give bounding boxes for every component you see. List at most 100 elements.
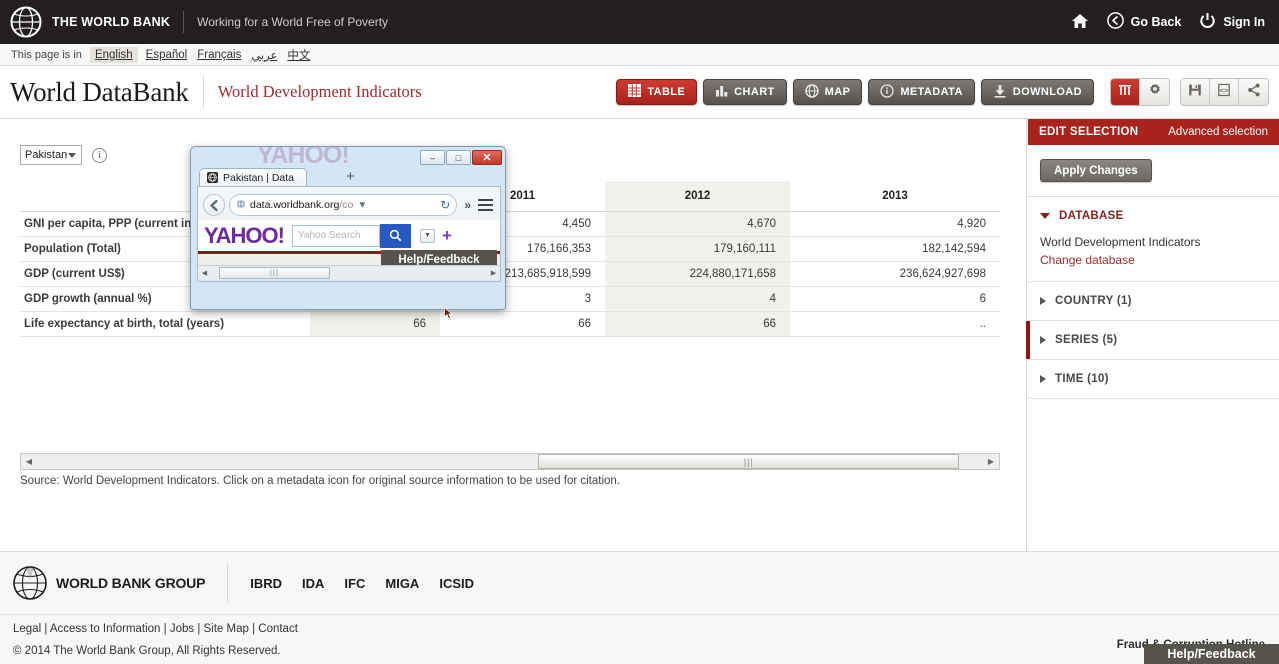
table-row: Life expectancy at birth, total (years) … (20, 311, 1000, 337)
action-button-group: <> (1180, 78, 1269, 106)
footer-link-ifc[interactable]: IFC (344, 576, 365, 591)
table-row: Population (Total) 3,149,306 176,166,353… (20, 236, 1000, 262)
layout-columns-button[interactable] (1111, 79, 1140, 105)
bar-chart-icon (715, 84, 728, 100)
language-link-arabic[interactable]: عربي (251, 48, 277, 62)
language-link-english[interactable]: English (89, 46, 138, 63)
browser-url-bar[interactable]: data.worldbank.org/co ▼ ↻ (229, 194, 458, 216)
table-row: GDP (current US$) 5,635,077 213,685,918,… (20, 261, 1000, 287)
share-button[interactable] (1239, 79, 1268, 105)
tab-map[interactable]: MAP (792, 79, 863, 105)
sidebar-section-series-header[interactable]: SERIES (5) (1028, 321, 1279, 359)
table-header-row: 2010 2011 2012 2013 (20, 181, 1000, 212)
gear-icon (1148, 83, 1162, 102)
footer-divider (227, 563, 229, 603)
sidebar-section-time-header[interactable]: TIME (10) (1028, 360, 1279, 398)
scroll-right-arrow-icon[interactable]: ▶ (983, 454, 999, 469)
minimize-button[interactable]: – (420, 150, 445, 165)
footer-link-miga[interactable]: MIGA (385, 576, 419, 591)
language-link-francais[interactable]: Français (197, 49, 241, 61)
sidebar-section-country-header[interactable]: COUNTRY (1) (1028, 282, 1279, 320)
yahoo-search-button[interactable] (379, 223, 411, 248)
sign-in-button[interactable]: Sign In (1199, 12, 1265, 32)
yahoo-logo: YAHOO! (204, 222, 285, 248)
popup-scrollbar-track[interactable]: ||| (211, 266, 487, 279)
new-tab-button[interactable]: + (346, 169, 355, 185)
apply-changes-button[interactable]: Apply Changes (1040, 159, 1152, 182)
tab-metadata[interactable]: METADATA (868, 79, 975, 105)
layout-columns-icon (1118, 83, 1132, 102)
home-icon (1071, 13, 1089, 32)
settings-button[interactable] (1140, 79, 1169, 105)
edit-selection-sidebar: EDIT SELECTION Advanced selection Apply … (1026, 119, 1279, 551)
tab-download-label: DOWNLOAD (1012, 86, 1082, 98)
maximize-button[interactable]: □ (446, 150, 471, 165)
triangle-down-icon (1040, 213, 1050, 219)
save-button[interactable] (1181, 79, 1210, 105)
cell-gdp-growth-2012: 4 (605, 286, 790, 312)
browser-back-icon[interactable] (203, 194, 225, 216)
favicon-globe-icon (207, 172, 218, 183)
scrollbar-thumb[interactable]: ||| (538, 454, 960, 469)
footer-link-icsid[interactable]: ICSID (439, 576, 474, 591)
table-horizontal-scrollbar[interactable]: ◀ ||| ▶ (20, 453, 1000, 470)
embed-code-button[interactable]: <> (1210, 79, 1239, 105)
home-button[interactable] (1071, 13, 1089, 32)
language-link-chinese[interactable]: 中文 (287, 47, 310, 63)
column-header-2012[interactable]: 2012 (605, 181, 790, 212)
add-toolbar-icon[interactable]: + (442, 226, 452, 246)
close-icon[interactable]: ✕ (472, 150, 502, 165)
reload-icon[interactable]: ↻ (440, 198, 450, 212)
popup-scrollbar-thumb[interactable]: ||| (219, 266, 330, 279)
tab-table-label: TABLE (647, 86, 686, 98)
metadata-info-icon[interactable]: i (92, 147, 107, 163)
overflow-chevron-icon[interactable]: » (464, 198, 471, 212)
footer-link-ida[interactable]: IDA (302, 576, 324, 591)
language-link-espanol[interactable]: Español (146, 49, 188, 61)
power-icon (1199, 12, 1216, 32)
sidebar-section-database: DATABASE World Development Indicators Ch… (1028, 197, 1279, 282)
cell-gdp-growth-2013: 6 (790, 286, 1000, 312)
app-title: World DataBank (10, 76, 189, 107)
country-select[interactable]: Pakistan (20, 145, 82, 165)
yahoo-search-input[interactable]: Yahoo Search (291, 224, 380, 247)
footer-bottom: Legal | Access to Information | Jobs | S… (0, 614, 1279, 664)
world-bank-tagline: Working for a World Free of Poverty (197, 15, 389, 29)
footer-link-ibrd[interactable]: IBRD (250, 576, 282, 591)
popup-horizontal-scrollbar[interactable]: ◀ ||| ▶ (198, 265, 500, 279)
tab-table[interactable]: TABLE (616, 79, 698, 105)
app-title-bar: World DataBank World Development Indicat… (0, 66, 1279, 119)
popup-scroll-right-arrow-icon[interactable]: ▶ (487, 269, 500, 277)
url-dropdown-icon[interactable]: ▼ (357, 200, 367, 211)
tab-map-label: MAP (824, 86, 851, 98)
change-database-link[interactable]: Change database (1040, 253, 1279, 267)
footer-copyright: © 2014 The World Bank Group, All Rights … (13, 645, 281, 657)
tab-chart[interactable]: CHART (703, 79, 787, 105)
column-header-2013[interactable]: 2013 (790, 181, 1000, 212)
sidebar-title: EDIT SELECTION (1039, 126, 1139, 138)
embed-code-icon: <> (1217, 83, 1231, 102)
scroll-left-arrow-icon[interactable]: ◀ (21, 454, 37, 469)
tab-download[interactable]: DOWNLOAD (980, 79, 1094, 105)
hamburger-menu-icon[interactable] (478, 198, 493, 212)
popup-scroll-left-arrow-icon[interactable]: ◀ (198, 269, 211, 277)
footer-org-links: IBRD IDA IFC MIGA ICSID (250, 576, 474, 591)
scrollbar-track[interactable]: ||| (37, 454, 983, 469)
page-root: THE WORLD BANK Working for a World Free … (0, 0, 1279, 664)
go-back-button[interactable]: Go Back (1106, 12, 1181, 32)
toolbar-dropdown-icon[interactable]: ▼ (419, 228, 435, 243)
sidebar-section-database-header[interactable]: DATABASE (1028, 197, 1279, 235)
popup-scrollbar-grip-icon: ||| (269, 268, 280, 277)
table-controls: Pakistan i (20, 145, 107, 165)
browser-popup-window[interactable]: YAHOO! – □ ✕ Pakistan | Data + data.worl… (190, 146, 506, 310)
triangle-right-icon (1040, 336, 1046, 344)
cell-life-exp-2012: 66 (605, 311, 790, 337)
help-feedback-tab[interactable]: Help/Feedback (1144, 644, 1279, 664)
mouse-cursor-icon (444, 306, 453, 320)
sidebar-section-database-title: DATABASE (1059, 210, 1124, 222)
browser-url-text: data.worldbank.org/co (250, 199, 354, 211)
sign-in-label: Sign In (1223, 15, 1265, 29)
footer-legal-links[interactable]: Legal | Access to Information | Jobs | S… (13, 623, 298, 635)
browser-tab[interactable]: Pakistan | Data (199, 168, 308, 186)
advanced-selection-link[interactable]: Advanced selection (1168, 126, 1268, 138)
